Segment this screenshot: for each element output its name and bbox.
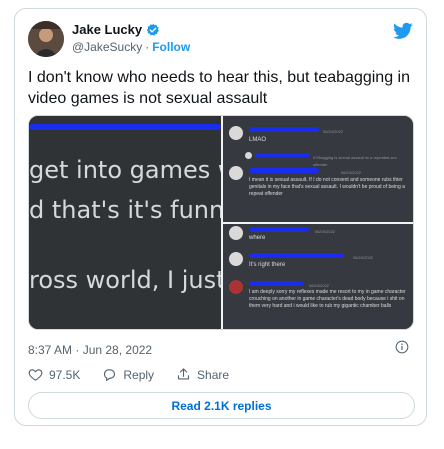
like-button[interactable]: 97.5K [28, 367, 80, 382]
separator-dot: · [145, 40, 150, 54]
action-bar: 97.5K Reply Share [28, 367, 229, 382]
blue-scribble [249, 253, 344, 258]
chat-avatar [229, 226, 243, 240]
reply-button[interactable]: Reply [102, 367, 154, 382]
like-count: 97.5K [49, 367, 81, 382]
media-chat-bottom: 06/24/2022 where 06/24/2022 It's right t… [223, 224, 413, 329]
blue-scribble [29, 124, 221, 130]
chat-reply: If Ebagging is sexual assault im a repea… [313, 155, 397, 167]
chat-avatar [229, 126, 243, 140]
tweet-card: Jake Lucky @JakeSucky · Follow I don't kno… [14, 8, 427, 426]
chat-message: where [249, 235, 266, 241]
chat-time: 06/24/2022 [323, 129, 344, 134]
reply-label: Reply [123, 367, 155, 382]
chat-avatar [245, 152, 252, 159]
share-label: Share [197, 367, 230, 382]
info-icon[interactable] [395, 340, 409, 354]
reply-icon [104, 369, 116, 381]
author-name[interactable]: Jake Lucky [72, 22, 142, 38]
chat-avatar [229, 166, 243, 180]
chat-avatar [229, 280, 243, 294]
chat-time: 06/24/2022 [341, 170, 362, 175]
media-text-line: ross world, I just w [29, 266, 253, 294]
twitter-bird-icon[interactable] [393, 22, 413, 40]
chat-message: LMAO [249, 137, 267, 143]
heart-icon [28, 369, 43, 381]
media-text-line: get into games wh [29, 156, 253, 184]
tweet-text: I don't know who needs to hear this, but… [28, 69, 410, 107]
chat-message: I am deeply sorry my reflexes made me re… [249, 289, 406, 309]
share-icon [177, 368, 190, 380]
chat-time: 06/24/2022 [353, 255, 374, 260]
chat-message: I mean it is sexual assault. If I do not… [249, 177, 405, 197]
blue-scribble [249, 127, 319, 132]
author-block: Jake Lucky @JakeSucky · Follow [72, 22, 190, 55]
media-text-line: d that's it's funny, [29, 196, 247, 224]
chat-avatar [229, 252, 243, 266]
chat-time: 06/24/2022 [315, 229, 336, 234]
avatar[interactable] [28, 21, 64, 57]
verified-badge-icon [146, 23, 160, 36]
author-handle[interactable]: @JakeSucky [72, 40, 142, 54]
tweet-timestamp[interactable]: 8:37 AM · Jun 28, 2022 [28, 343, 152, 357]
read-replies-button[interactable]: Read 2.1K replies [28, 392, 415, 419]
media-chat-top: 06/24/2022 LMAO If Ebagging is sexual as… [223, 116, 413, 222]
media-left-panel: get into games wh d that's it's funny, r… [29, 116, 253, 329]
share-button[interactable]: Share [176, 367, 229, 382]
blue-scribble [249, 227, 309, 232]
tweet-media-image[interactable]: get into games wh d that's it's funny, r… [28, 115, 414, 330]
chat-message: It's right there [249, 262, 286, 268]
follow-button[interactable]: Follow [152, 40, 190, 54]
blue-scribble [249, 281, 304, 286]
chat-time: 06/24/2022 [309, 283, 330, 288]
blue-scribble [249, 168, 319, 173]
